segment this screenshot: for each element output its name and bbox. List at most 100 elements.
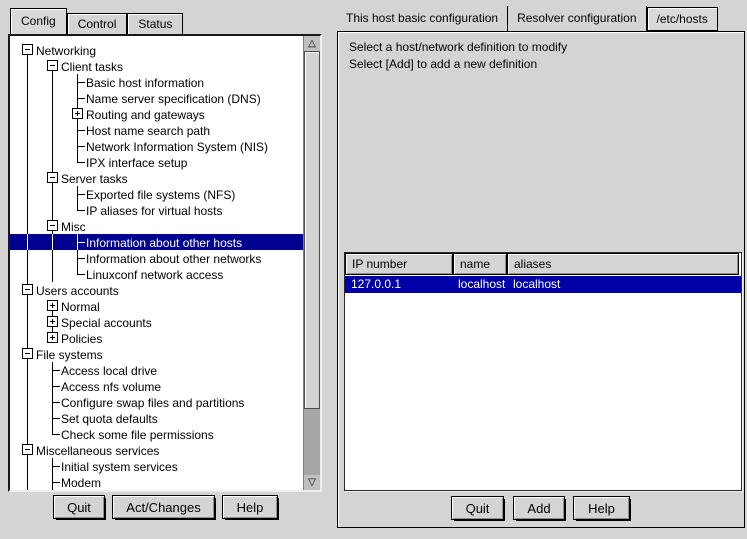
- collapse-icon[interactable]: [22, 284, 33, 295]
- tree-connector: [52, 418, 60, 419]
- quit-button-left[interactable]: Quit: [53, 495, 105, 519]
- tree-connector: [27, 106, 28, 122]
- tree-item-ipx-interface-setup[interactable]: IPX interface setup: [10, 154, 304, 170]
- tree-connector: [77, 130, 85, 131]
- tree-connector: [77, 82, 85, 83]
- add-button[interactable]: Add: [513, 496, 565, 520]
- scroll-down-button[interactable]: ▽: [304, 475, 320, 490]
- tree-item-information-about-other-hosts[interactable]: Information about other hosts: [10, 234, 304, 250]
- tree-item-label: Normal: [61, 299, 100, 315]
- tab-control[interactable]: Control: [67, 13, 128, 34]
- column-header-aliases[interactable]: aliases: [507, 253, 739, 275]
- expand-icon[interactable]: [47, 332, 58, 343]
- tree-item-normal[interactable]: Normal: [10, 298, 304, 314]
- tree-item-label: Information about other hosts: [86, 235, 242, 251]
- tree-connector: [77, 146, 85, 147]
- tree-item-ip-aliases-for-virtual-hosts[interactable]: IP aliases for virtual hosts: [10, 202, 304, 218]
- tree-connector: [27, 58, 28, 74]
- tree-item-networking[interactable]: Networking: [10, 42, 304, 58]
- tree-item-label: Routing and gateways: [86, 107, 205, 123]
- tree-item-label: Set quota defaults: [61, 411, 158, 427]
- tree-connector: [52, 122, 53, 138]
- tree-connector: [52, 402, 60, 403]
- tree-connector: [27, 298, 28, 314]
- tree-item-initial-system-services[interactable]: Initial system services: [10, 458, 304, 474]
- collapse-icon[interactable]: [22, 444, 33, 455]
- help-button-left[interactable]: Help: [222, 495, 278, 519]
- tree-item-host-name-search-path[interactable]: Host name search path: [10, 122, 304, 138]
- scroll-up-button[interactable]: △: [304, 36, 320, 51]
- tree-connector: [52, 74, 53, 90]
- collapse-icon[interactable]: [47, 172, 58, 183]
- column-header-name[interactable]: name: [453, 253, 507, 275]
- hosts-table: IP numbernamealiases 127.0.0.1localhostl…: [344, 252, 742, 491]
- hosts-tab-bar: This host basic configurationResolver co…: [337, 6, 718, 31]
- tree-connector: [52, 434, 60, 435]
- tree-connector: [27, 122, 28, 138]
- tree-item-client-tasks[interactable]: Client tasks: [10, 58, 304, 74]
- tab-this-host-basic-configuration[interactable]: This host basic configuration: [337, 6, 508, 31]
- tree-connector: [27, 394, 28, 410]
- expand-icon[interactable]: [47, 316, 58, 327]
- tree-item-exported-file-systems-nfs[interactable]: Exported file systems (NFS): [10, 186, 304, 202]
- collapse-icon[interactable]: [47, 220, 58, 231]
- tree-connector: [52, 370, 60, 371]
- tree-connector: [52, 482, 60, 483]
- act-changes-button[interactable]: Act/Changes: [112, 495, 215, 519]
- scrollbar-thumb[interactable]: [304, 51, 320, 409]
- tree-connector: [27, 458, 28, 474]
- tree-connector: [52, 154, 53, 170]
- tree-item-modem[interactable]: Modem: [10, 474, 304, 490]
- table-row[interactable]: 127.0.0.1localhostlocalhost: [345, 276, 741, 293]
- tree-item-misc[interactable]: Misc: [10, 218, 304, 234]
- tree-connector: [27, 154, 28, 170]
- tree-connector: [77, 258, 85, 259]
- tree-item-label: Exported file systems (NFS): [86, 187, 235, 203]
- tree-item-miscellaneous-services[interactable]: Miscellaneous services: [10, 442, 304, 458]
- tree-item-set-quota-defaults[interactable]: Set quota defaults: [10, 410, 304, 426]
- tree-item-server-tasks[interactable]: Server tasks: [10, 170, 304, 186]
- tree-connector: [27, 202, 28, 218]
- tree-item-special-accounts[interactable]: Special accounts: [10, 314, 304, 330]
- scrollbar-track[interactable]: [304, 409, 320, 475]
- tree-item-access-nfs-volume[interactable]: Access nfs volume: [10, 378, 304, 394]
- column-header-ip-number[interactable]: IP number: [345, 253, 453, 275]
- tree-item-linuxconf-network-access[interactable]: Linuxconf network access: [10, 266, 304, 282]
- tree-item-name-server-specification-dns[interactable]: Name server specification (DNS): [10, 90, 304, 106]
- tree-item-information-about-other-networks[interactable]: Information about other networks: [10, 250, 304, 266]
- tree-connector: [27, 74, 28, 90]
- expand-icon[interactable]: [72, 108, 83, 119]
- tree-item-network-information-system-nis[interactable]: Network Information System (NIS): [10, 138, 304, 154]
- tree-connector: [77, 210, 85, 211]
- tree-item-policies[interactable]: Policies: [10, 330, 304, 346]
- tab-etc-hosts[interactable]: /etc/hosts: [647, 7, 718, 31]
- instruction-line-2: Select [Add] to add a new definition: [349, 57, 537, 71]
- tree-item-file-systems[interactable]: File systems: [10, 346, 304, 362]
- tree-item-basic-host-information[interactable]: Basic host information: [10, 74, 304, 90]
- collapse-icon[interactable]: [47, 60, 58, 71]
- tree-item-check-some-file-permissions[interactable]: Check some file permissions: [10, 426, 304, 442]
- up-triangle-icon: △: [308, 38, 316, 49]
- tree-connector: [52, 234, 53, 250]
- tree-connector: [27, 138, 28, 154]
- collapse-icon[interactable]: [22, 44, 33, 55]
- tree-item-label: File systems: [36, 347, 103, 363]
- tree-item-configure-swap-files-and-partitions[interactable]: Configure swap files and partitions: [10, 394, 304, 410]
- collapse-icon[interactable]: [22, 348, 33, 359]
- help-button-right[interactable]: Help: [573, 496, 630, 520]
- quit-button-right[interactable]: Quit: [451, 496, 504, 520]
- tree-connector: [27, 378, 28, 394]
- tree-item-label: Initial system services: [61, 459, 178, 475]
- tree-item-routing-and-gateways[interactable]: Routing and gateways: [10, 106, 304, 122]
- table-cell: 127.0.0.1: [345, 276, 453, 293]
- tree-item-access-local-drive[interactable]: Access local drive: [10, 362, 304, 378]
- tree-item-users-accounts[interactable]: Users accounts: [10, 282, 304, 298]
- tree-item-label: Modem: [61, 475, 101, 490]
- tree-connector: [27, 90, 28, 106]
- tab-status[interactable]: Status: [127, 13, 183, 34]
- tree-scrollbar[interactable]: △ ▽: [303, 36, 320, 490]
- tree-connector: [27, 266, 28, 282]
- tab-config[interactable]: Config: [10, 8, 67, 34]
- tab-resolver-configuration[interactable]: Resolver configuration: [508, 6, 646, 31]
- expand-icon[interactable]: [47, 300, 58, 311]
